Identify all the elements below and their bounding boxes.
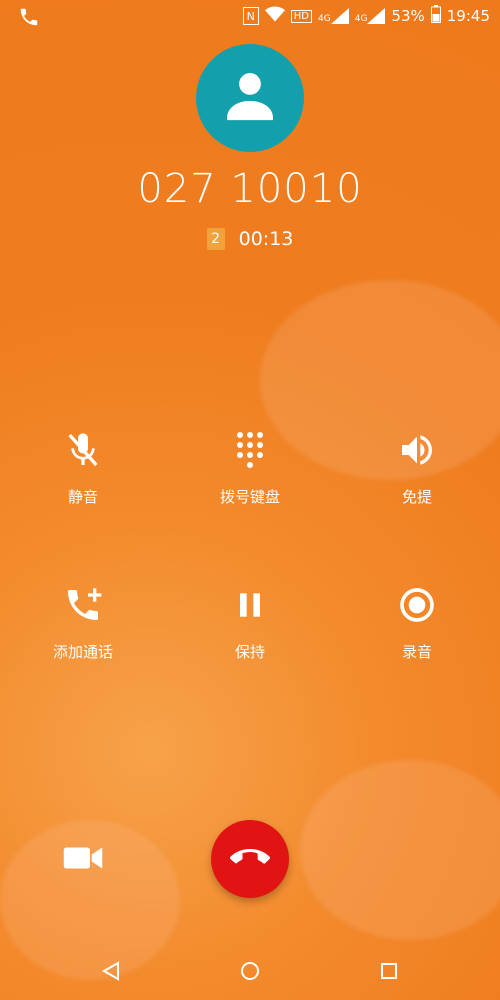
mute-mic-icon: [63, 430, 103, 470]
battery-percent: 53%: [391, 7, 425, 25]
background-petal: [300, 760, 500, 940]
record-button[interactable]: 录音: [347, 585, 487, 662]
dialpad-button[interactable]: 拨号键盘: [180, 430, 320, 507]
hold-label: 保持: [234, 643, 265, 661]
signal-group-1: 4G: [318, 8, 349, 24]
signal-icon: [330, 8, 349, 24]
network-type-label: 4G: [354, 14, 368, 24]
add-call-label: 添加通话: [52, 643, 113, 661]
wifi-icon: [264, 6, 285, 26]
dialpad-icon: [230, 430, 270, 470]
status-icons: N HD 4G 4G 53% 19:45: [242, 4, 490, 28]
mute-button[interactable]: 静音: [13, 430, 153, 507]
caller-avatar: [196, 44, 304, 152]
speaker-button[interactable]: 免提: [347, 430, 487, 507]
record-label: 录音: [401, 643, 432, 661]
dialpad-label: 拨号键盘: [219, 488, 280, 506]
phone-icon: [18, 6, 40, 28]
recents-icon[interactable]: [378, 960, 400, 982]
call-duration: 00:13: [238, 228, 294, 250]
signal-group-2: 4G: [355, 8, 386, 24]
mute-label: 静音: [67, 488, 98, 506]
clock: 19:45: [446, 7, 490, 25]
add-call-button[interactable]: 添加通话: [13, 585, 153, 662]
battery-icon: [430, 5, 441, 27]
speaker-icon: [397, 430, 437, 470]
speaker-label: 免提: [401, 488, 432, 506]
hold-button[interactable]: 保持: [180, 585, 320, 662]
end-call-icon: [230, 837, 270, 881]
call-meta: 2 00:13: [0, 228, 500, 250]
status-bar: N HD 4G 4G 53% 19:45: [0, 0, 500, 32]
nfc-icon: N: [242, 7, 259, 25]
add-call-icon: [63, 585, 103, 625]
signal-icon: [367, 8, 386, 24]
back-icon[interactable]: [100, 960, 122, 982]
sim-badge: 2: [206, 228, 225, 250]
record-icon: [397, 585, 437, 625]
navigation-bar: [0, 940, 500, 1000]
end-call-button[interactable]: [211, 820, 289, 898]
network-type-label: 4G: [318, 14, 331, 24]
video-camera-icon: [62, 847, 104, 880]
hd-badge: HD: [290, 9, 313, 23]
video-call-button[interactable]: [62, 840, 104, 876]
pause-icon: [230, 585, 270, 625]
caller-number: 027 10010: [137, 166, 363, 212]
person-icon: [221, 67, 279, 129]
home-icon[interactable]: [239, 960, 261, 982]
